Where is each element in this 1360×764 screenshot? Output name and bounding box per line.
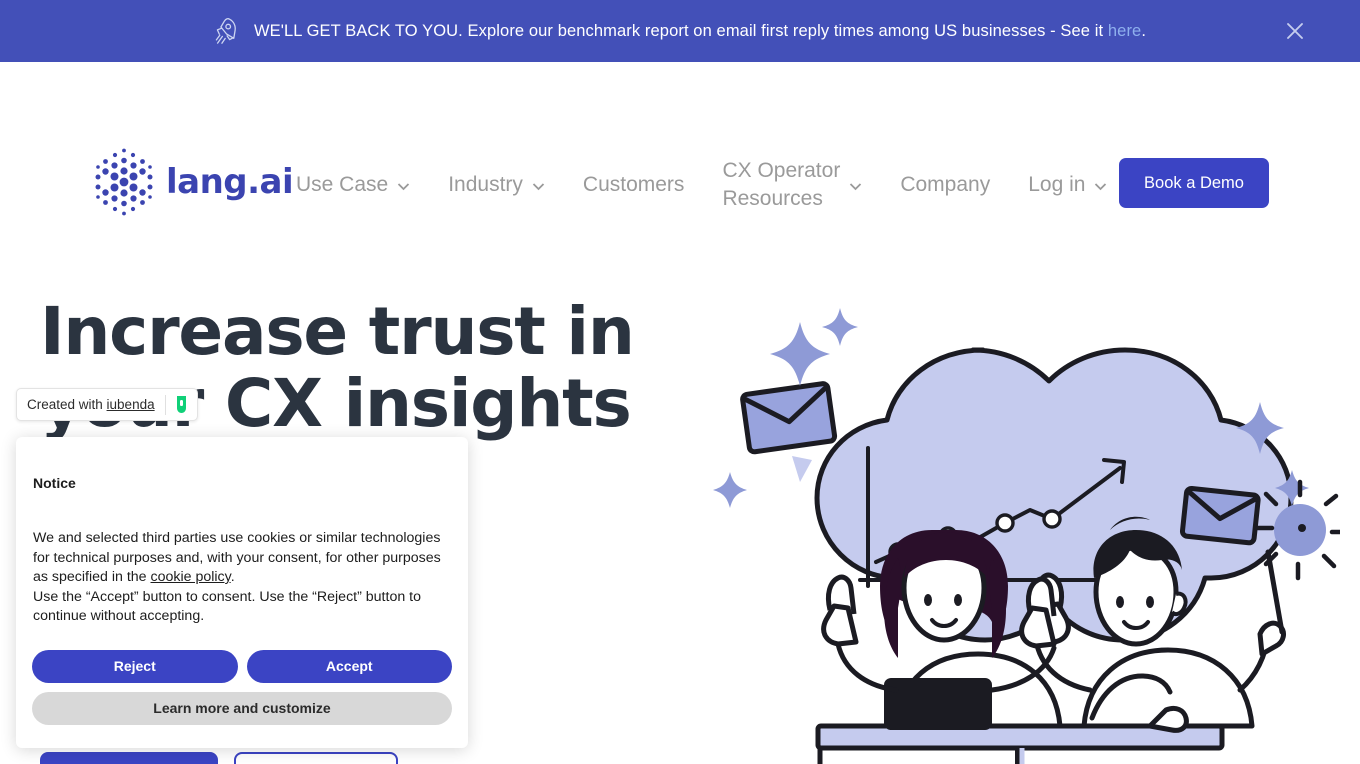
nav-item-label: Company <box>900 173 991 196</box>
site-header: lang.ai Use Case Industry Customers CX O… <box>0 62 1360 216</box>
iubenda-brand[interactable]: iubenda <box>107 397 155 412</box>
learn-more-and-customize-button[interactable]: Learn more and customize <box>32 691 452 725</box>
nav-item-customers[interactable]: Customers <box>583 171 685 199</box>
iubenda-divider <box>164 394 166 415</box>
nav-item-label: CX Operator Resources <box>722 159 841 210</box>
book-a-demo-button[interactable]: Book a Demo <box>1119 158 1269 208</box>
cookie-dialog-body: We and selected third parties use cookie… <box>32 529 452 627</box>
announcement-here-link[interactable]: here <box>1108 22 1141 40</box>
announcement-banner-text: WE'LL GET BACK TO YOU. Explore our bench… <box>254 22 1146 41</box>
cookie-body-part3: Use the “Accept” button to consent. Use … <box>33 588 421 625</box>
accept-button[interactable]: Accept <box>246 649 452 683</box>
announcement-banner: WE'LL GET BACK TO YOU. Explore our bench… <box>0 0 1360 62</box>
announcement-banner-content: WE'LL GET BACK TO YOU. Explore our bench… <box>214 16 1146 46</box>
announcement-text-after: . <box>1141 21 1147 40</box>
nav-item-label: Customers <box>582 173 685 196</box>
chevron-down-icon <box>1095 182 1107 190</box>
chevron-down-icon <box>398 182 410 190</box>
hero-primary-cta-button[interactable] <box>40 752 218 764</box>
logo-text: lang.ai <box>166 162 294 202</box>
cookie-policy-link[interactable]: cookie policy <box>151 569 231 585</box>
nav-item-label: Log in <box>1028 173 1086 196</box>
reject-button[interactable]: Reject <box>32 649 238 683</box>
dot-mandala-icon <box>95 148 153 216</box>
announcement-text-before: WE'LL GET BACK TO YOU. Explore our bench… <box>253 21 1108 40</box>
nav-item-company[interactable]: Company <box>900 171 990 199</box>
chevron-down-icon <box>532 182 545 190</box>
hero-secondary-cta-button[interactable] <box>234 752 398 764</box>
close-icon[interactable] <box>1282 18 1308 44</box>
nav-item-label: Use Case <box>296 173 389 196</box>
cookie-dialog-button-row: Reject Accept <box>32 649 452 683</box>
logo[interactable]: lang.ai <box>92 146 294 218</box>
chevron-down-icon <box>850 182 862 190</box>
iubenda-badge-label: Created with iubenda <box>27 397 155 412</box>
cookie-body-part1: We and selected third parties use cookie… <box>33 530 441 585</box>
nav-item-log-in[interactable]: Log in <box>1028 171 1107 199</box>
nav-item-cx-operator-resources[interactable]: CX Operator Resources <box>722 157 862 213</box>
cookie-dialog-title: Notice <box>33 475 76 491</box>
nav-item-industry[interactable]: Industry <box>448 171 545 199</box>
hero-cta-row <box>40 752 398 764</box>
rocket-icon <box>215 18 236 44</box>
nav-item-use-case[interactable]: Use Case <box>296 171 410 199</box>
main-navigation: Use Case Industry Customers CX Operator … <box>296 157 1107 213</box>
iubenda-shield-icon <box>176 396 186 413</box>
iubenda-prefix: Created with <box>27 397 107 412</box>
nav-item-label: Industry <box>448 173 523 196</box>
iubenda-badge[interactable]: Created with iubenda <box>16 388 198 421</box>
cookie-body-part2: . <box>230 569 235 585</box>
cx-insights-illustration <box>700 290 1340 764</box>
cookie-consent-dialog: Notice We and selected third parties use… <box>16 437 468 748</box>
